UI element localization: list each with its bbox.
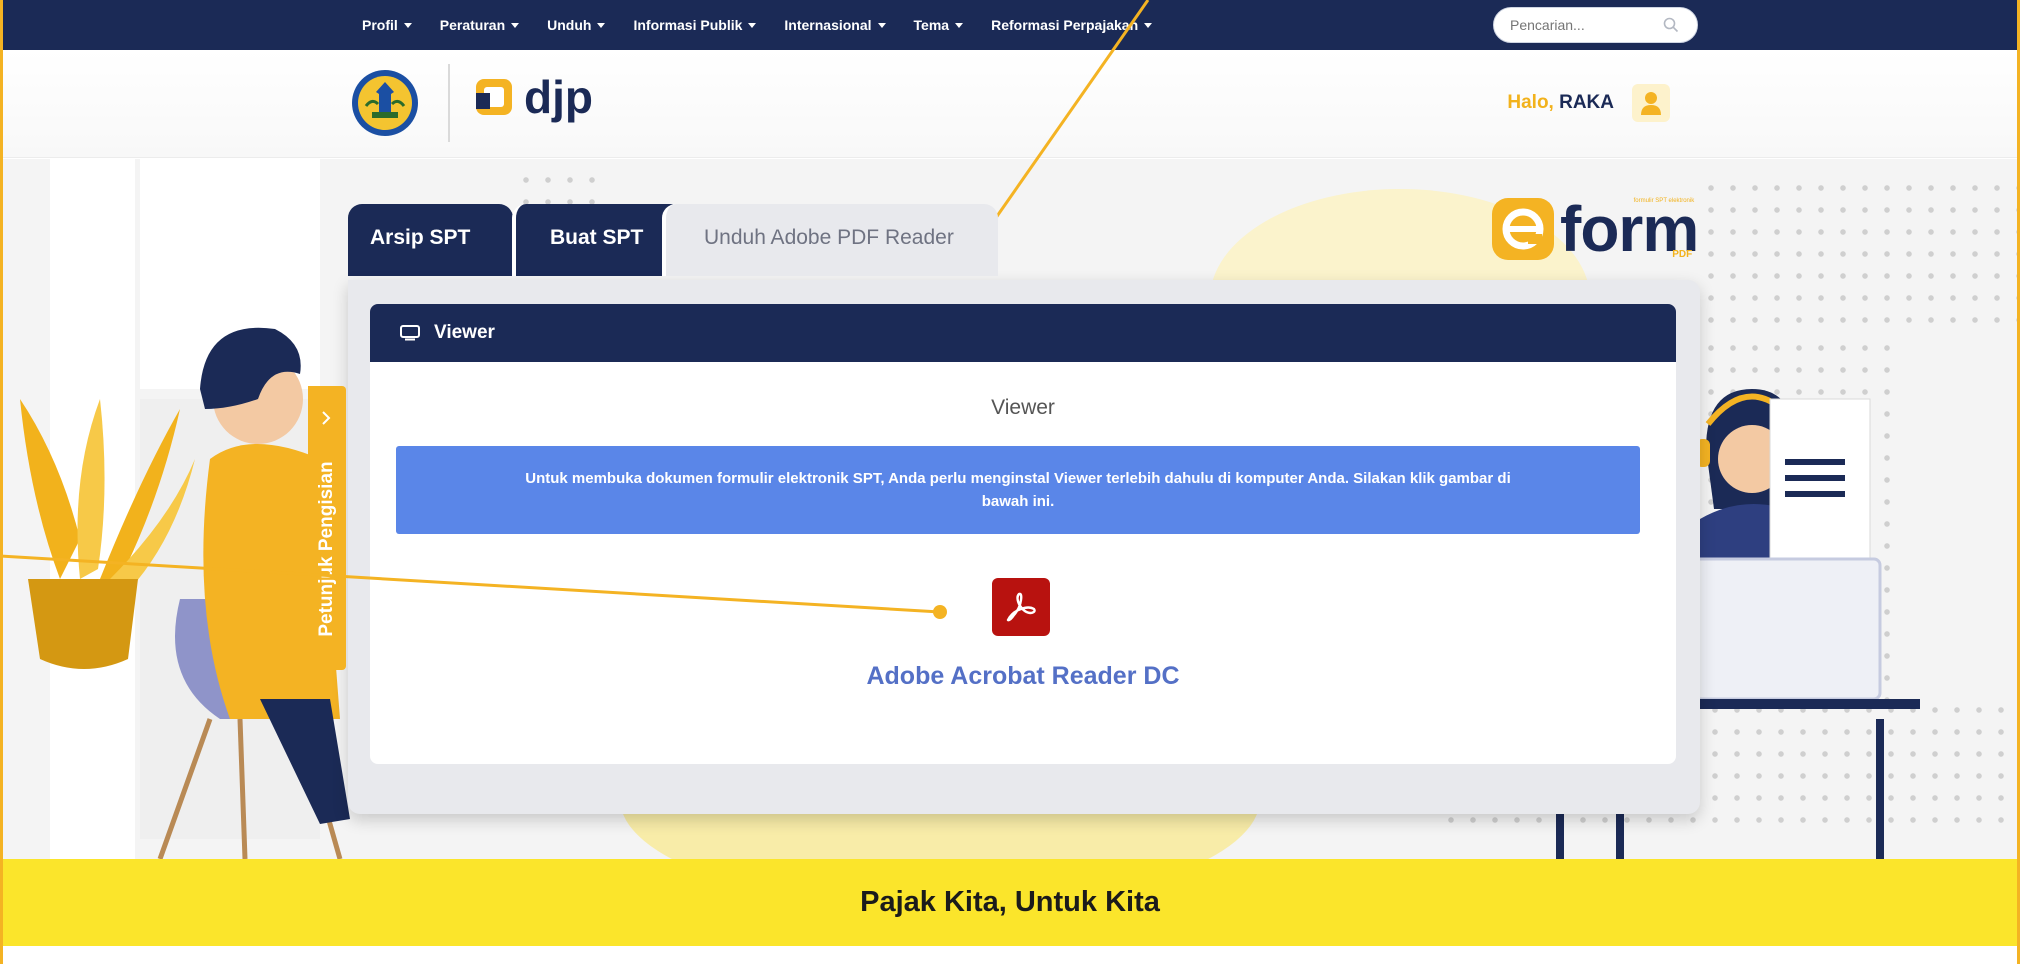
menu-internasional[interactable]: Internasional <box>784 17 886 33</box>
username: RAKA <box>1559 92 1614 113</box>
tab-label: Arsip SPT <box>370 226 471 249</box>
menu-label: Peraturan <box>439 17 506 33</box>
caret-down-icon <box>955 22 964 28</box>
search-icon[interactable] <box>1663 17 1679 38</box>
menu-profil[interactable]: Profil <box>362 17 412 33</box>
kemenkeu-emblem-icon[interactable] <box>350 68 420 143</box>
monitor-icon <box>400 325 420 341</box>
menu-label: Tema <box>913 17 950 33</box>
chevron-right-icon <box>322 411 331 425</box>
logo-divider <box>448 64 450 142</box>
tab-unduh-adobe-pdf-reader[interactable]: Unduh Adobe PDF Reader <box>662 204 998 276</box>
caret-down-icon <box>511 22 520 28</box>
petunjuk-pengisian-tab[interactable]: Petunjuk Pengisian <box>308 386 346 670</box>
menu-peraturan[interactable]: Peraturan <box>439 17 520 33</box>
install-info-alert: Untuk membuka dokumen formulir elektroni… <box>396 446 1640 534</box>
viewer-panel-body: Viewer Untuk membuka dokumen formulir el… <box>370 362 1676 764</box>
footer-slogan: Pajak Kita, Untuk Kita <box>860 886 1160 918</box>
tab-arsip-spt[interactable]: Arsip SPT <box>348 204 513 276</box>
djp-logo-mark-icon <box>476 79 512 115</box>
petunjuk-pengisian-label: Petunjuk Pengisian <box>316 461 337 637</box>
caret-down-icon <box>877 22 886 28</box>
viewer-header-title: Viewer <box>434 322 495 343</box>
caret-down-icon <box>1144 22 1153 28</box>
adobe-acrobat-reader-download-link[interactable]: Adobe Acrobat Reader DC <box>370 662 1676 691</box>
viewer-title: Viewer <box>991 396 1055 419</box>
top-navbar: Profil Peraturan Unduh Informasi Publik … <box>0 0 2020 50</box>
search-box <box>1493 7 1698 43</box>
user-icon <box>1641 92 1661 115</box>
menu-unduh[interactable]: Unduh <box>547 17 606 33</box>
djp-logo-text: djp <box>524 71 593 123</box>
caret-down-icon <box>748 22 757 28</box>
search-input[interactable] <box>1510 17 1650 33</box>
eform-logo-mark-icon <box>1492 198 1554 260</box>
adobe-acrobat-icon[interactable] <box>992 578 1050 636</box>
viewer-panel-header: Viewer <box>370 304 1676 362</box>
viewer-card: Viewer Viewer Untuk membuka dokumen form… <box>348 280 1700 814</box>
menu-label: Internasional <box>784 17 872 33</box>
tab-label: Buat SPT <box>550 226 644 249</box>
main-menu: Profil Peraturan Unduh Informasi Publik … <box>362 0 1153 50</box>
menu-reformasi-perpajakan[interactable]: Reformasi Perpajakan <box>991 17 1153 33</box>
menu-tema[interactable]: Tema <box>914 17 964 33</box>
menu-informasi-publik[interactable]: Informasi Publik <box>633 17 757 33</box>
menu-label: Informasi Publik <box>633 17 743 33</box>
greeting-text: Halo, <box>1507 92 1554 113</box>
user-avatar[interactable] <box>1632 84 1670 122</box>
eform-pdf-badge: PDF <box>1672 249 1693 260</box>
menu-label: Unduh <box>547 17 592 33</box>
user-greeting: Halo, RAKA <box>1507 84 1670 122</box>
menu-label: Profil <box>362 17 398 33</box>
tab-label: Unduh Adobe PDF Reader <box>704 226 954 249</box>
tab-buat-spt[interactable]: Buat SPT <box>512 204 684 276</box>
caret-down-icon <box>597 22 606 28</box>
menu-label: Reformasi Perpajakan <box>991 17 1139 33</box>
install-info-text: Untuk membuka dokumen formulir elektroni… <box>525 469 1511 510</box>
eform-tagline: formulir SPT elektronik <box>1633 198 1695 204</box>
annotation-frame-left <box>0 0 3 964</box>
caret-down-icon <box>403 22 412 28</box>
footer-slogan-band: Pajak Kita, Untuk Kita <box>0 859 2020 946</box>
eform-logo: form formulir SPT elektronik PDF <box>1490 196 1699 262</box>
djp-logo[interactable]: djp <box>474 74 593 120</box>
site-header: djp Halo, RAKA <box>0 50 2020 158</box>
